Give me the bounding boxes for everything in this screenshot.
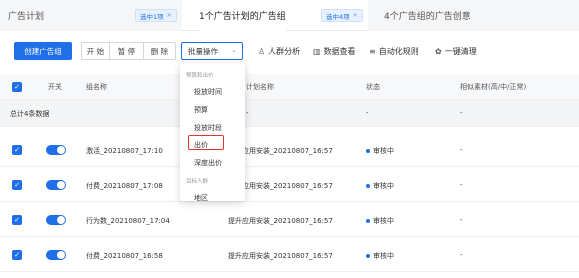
start-button[interactable]: 开 始 [82, 43, 110, 59]
data-view-label: 数据查看 [323, 46, 356, 56]
table-row[interactable]: ✓ 付费_20210807_16:58 提升应用安装_20210807_16:5… [0, 238, 579, 272]
row-name[interactable]: 付费_20210807_17:08 [86, 181, 163, 191]
delete-button[interactable]: 删 除 [144, 43, 175, 59]
chart-icon: ▥ [313, 46, 321, 56]
row-switch-toggle[interactable] [46, 250, 66, 260]
status-dot-icon [366, 184, 370, 188]
row-switch-toggle[interactable] [46, 145, 66, 155]
row-status-label: 审核中 [373, 182, 394, 190]
row-material: - [460, 181, 463, 189]
row-checkbox[interactable]: ✓ [12, 145, 22, 155]
summary-row: 总计4条数据 - - - [0, 100, 579, 127]
header-name: 组名称 [86, 83, 107, 91]
row-material: - [460, 251, 463, 259]
row-name[interactable]: 激活_20210807_17:10 [86, 146, 163, 156]
menu-item-time-slot[interactable]: 投放时段 [194, 123, 222, 133]
menu-group-target-audience: 目标人群 [186, 179, 209, 185]
table-row[interactable]: ✓ 激活_20210807_17:10 提升应用安装_20210807_16:5… [0, 133, 579, 167]
table-header: ✓ 开关 组名称 计划名称 状态 相似素材(高/中/正常) [0, 74, 579, 100]
select-all-checkbox[interactable]: ✓ [12, 82, 22, 92]
summary-label: 总计4条数据 [10, 110, 50, 118]
row-status: 审核中 [366, 216, 394, 226]
action-button-group: 开 始 暂 停 删 除 [81, 42, 176, 60]
menu-group-budget-bid: 预算和出价 [186, 73, 214, 79]
header-material: 相似素材(高/中/正常) [460, 83, 527, 91]
batch-operation-select[interactable]: 批量操作 ⌄ [181, 42, 243, 60]
selection-tag[interactable]: 选中4项 ✕ [321, 9, 363, 22]
automation-rules-label: 自动化规则 [378, 46, 419, 56]
selection-tag-label: 选中4项 [326, 12, 350, 21]
selection-tag[interactable]: 选中1项 ✕ [135, 9, 177, 22]
pause-button[interactable]: 暂 停 [110, 43, 144, 59]
row-material: - [460, 146, 463, 154]
table-row[interactable]: ✓ 付费_20210807_17:08 提升应用安装_20210807_16:5… [0, 168, 579, 202]
rules-icon: ≡ [369, 46, 376, 56]
row-switch-toggle[interactable] [46, 215, 66, 225]
row-checkbox[interactable]: ✓ [12, 180, 22, 190]
adgroup-table: ✓ 开关 组名称 计划名称 状态 相似素材(高/中/正常) 总计4条数据 - -… [0, 70, 579, 278]
row-name[interactable]: 付费_20210807_16:58 [86, 251, 163, 261]
menu-item-budget[interactable]: 预算 [194, 105, 208, 115]
row-status: 审核中 [366, 181, 394, 191]
toolbar: 创建广告组 开 始 暂 停 删 除 批量操作 ⌄ ♙ 人群分析 ▥ 数据查看 ≡… [0, 31, 579, 70]
batch-operation-menu: 预算和出价 投放时间 预算 投放时段 出价 深度出价 目标人群 地区 [180, 63, 245, 201]
tab-creative[interactable]: 4个广告组的广告创意 [384, 0, 471, 31]
row-status-label: 审核中 [373, 147, 394, 155]
row-switch-toggle[interactable] [46, 180, 66, 190]
row-material: - [460, 216, 463, 224]
table-row[interactable]: ✓ 行为数_20210807_17:04 提升应用安装_20210807_16:… [0, 203, 579, 237]
header-status: 状态 [366, 83, 380, 91]
menu-item-schedule-time[interactable]: 投放时间 [194, 87, 222, 97]
summary-material: - [460, 109, 463, 117]
summary-status: - [366, 109, 369, 117]
batch-operation-label: 批量操作 [188, 46, 218, 56]
clean-icon: ✿ [435, 46, 442, 56]
data-view-button[interactable]: ▥ 数据查看 [313, 42, 356, 60]
one-click-clean-label: 一键清理 [444, 46, 477, 56]
header-switch: 开关 [48, 83, 62, 91]
close-icon[interactable]: ✕ [353, 12, 358, 19]
tab-bar: 广告计划 选中1项 ✕ 1个广告计划的广告组 选中4项 ✕ 4个广告组的广告创意 [0, 0, 579, 31]
crowd-analysis-button[interactable]: ♙ 人群分析 [258, 42, 300, 60]
status-dot-icon [366, 219, 370, 223]
create-adgroup-button[interactable]: 创建广告组 [14, 42, 72, 60]
tab-adgroup[interactable]: 1个广告计划的广告组 [199, 0, 286, 31]
row-status-label: 审核中 [373, 252, 394, 260]
tab-plan-tag[interactable]: 选中1项 ✕ [135, 0, 177, 31]
row-checkbox[interactable]: ✓ [12, 215, 22, 225]
summary-plan: - [246, 109, 249, 117]
tab-adgroup-tag[interactable]: 选中4项 ✕ [321, 0, 363, 31]
tab-creative-title: 4个广告组的广告创意 [384, 12, 471, 22]
menu-item-region[interactable]: 地区 [194, 193, 208, 201]
menu-item-bid[interactable]: 出价 [194, 140, 208, 150]
chevron-down-icon: ⌄ [231, 46, 237, 54]
menu-item-deep-bid[interactable]: 深度出价 [194, 158, 222, 168]
close-icon[interactable]: ✕ [167, 12, 172, 19]
automation-rules-button[interactable]: ≡ 自动化规则 [369, 42, 419, 60]
tab-plan-title: 广告计划 [8, 12, 45, 22]
row-status: 审核中 [366, 251, 394, 261]
crowd-analysis-label: 人群分析 [268, 46, 301, 56]
row-plan[interactable]: 提升应用安装_20210807_16:57 [228, 216, 333, 226]
row-name[interactable]: 行为数_20210807_17:04 [86, 216, 170, 226]
header-plan: 计划名称 [246, 83, 274, 91]
tab-adgroup-title: 1个广告计划的广告组 [199, 12, 286, 22]
row-status-label: 审核中 [373, 217, 394, 225]
row-status: 审核中 [366, 146, 394, 156]
selection-tag-label: 选中1项 [140, 12, 164, 21]
row-plan[interactable]: 提升应用安装_20210807_16:57 [228, 251, 333, 261]
status-dot-icon [366, 254, 370, 258]
tab-plan[interactable]: 广告计划 [8, 0, 44, 31]
status-dot-icon [366, 149, 370, 153]
people-icon: ♙ [258, 46, 266, 56]
row-checkbox[interactable]: ✓ [12, 250, 22, 260]
one-click-clean-button[interactable]: ✿ 一键清理 [435, 42, 477, 60]
